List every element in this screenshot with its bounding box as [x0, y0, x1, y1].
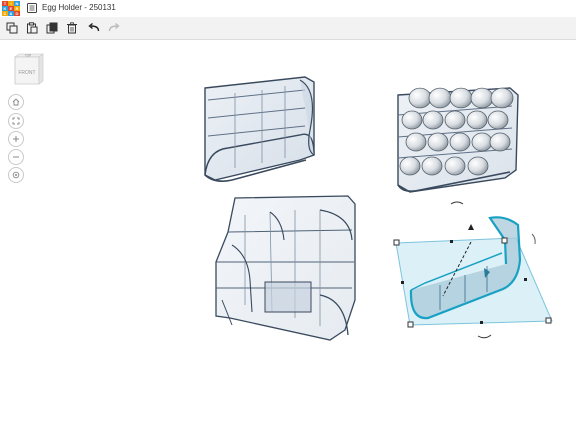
rotate-handle-bottom[interactable] [477, 334, 492, 339]
scene-3d [204, 76, 553, 341]
egg [405, 132, 427, 152]
egg [408, 87, 432, 109]
egg [422, 110, 444, 130]
egg [449, 87, 473, 109]
egg-rack-large[interactable] [215, 195, 356, 341]
egg [421, 156, 443, 176]
egg [471, 132, 493, 152]
egg [427, 132, 449, 152]
egg [470, 87, 494, 109]
egg [444, 110, 466, 130]
egg [490, 87, 514, 109]
egg [399, 156, 421, 176]
egg-rack-empty[interactable] [204, 76, 315, 182]
egg [444, 156, 466, 176]
egg [401, 110, 423, 130]
egg [489, 132, 511, 152]
egg [487, 110, 509, 130]
egg [449, 132, 471, 152]
rotate-handle-top[interactable] [450, 201, 464, 205]
height-cone-handle[interactable] [468, 224, 474, 230]
egg [467, 156, 489, 176]
rotate-handle-side[interactable] [531, 233, 536, 245]
egg [466, 110, 488, 130]
selected-ramp-shape[interactable] [393, 201, 553, 339]
egg [428, 87, 452, 109]
